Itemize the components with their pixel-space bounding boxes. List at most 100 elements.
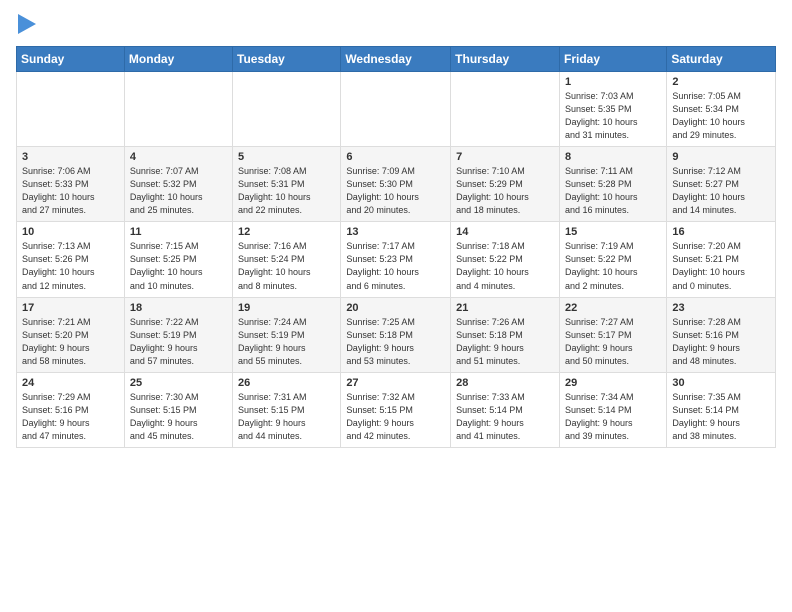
calendar-cell xyxy=(341,72,451,147)
day-number: 10 xyxy=(22,226,119,238)
day-info: Sunrise: 7:16 AM Sunset: 5:24 PM Dayligh… xyxy=(238,240,335,292)
day-info: Sunrise: 7:11 AM Sunset: 5:28 PM Dayligh… xyxy=(565,165,661,217)
day-info: Sunrise: 7:08 AM Sunset: 5:31 PM Dayligh… xyxy=(238,165,335,217)
calendar-week-row: 1Sunrise: 7:03 AM Sunset: 5:35 PM Daylig… xyxy=(17,72,776,147)
calendar-cell: 12Sunrise: 7:16 AM Sunset: 5:24 PM Dayli… xyxy=(233,222,341,297)
calendar-cell: 2 Sunrise: 7:05 AM Sunset: 5:34 PM Daylig… xyxy=(667,72,776,147)
calendar-cell: 28 Sunrise: 7:33 AM Sunset: 5:14 PM Dayli… xyxy=(451,372,560,447)
day-number: 14 xyxy=(456,226,554,238)
weekday-header-saturday: Saturday xyxy=(667,47,776,72)
calendar-table: SundayMondayTuesdayWednesdayThursdayFrid… xyxy=(16,46,776,448)
day-number: 2 xyxy=(672,76,770,88)
calendar-cell: 24 Sunrise: 7:29 AM Sunset: 5:16 PM Dayli… xyxy=(17,372,125,447)
calendar-cell: 21 Sunrise: 7:26 AM Sunset: 5:18 PM Dayli… xyxy=(451,297,560,372)
day-info: Sunrise: 7:33 AM Sunset: 5:14 PM Dayligh… xyxy=(456,391,554,443)
calendar-cell: 4 Sunrise: 7:07 AM Sunset: 5:32 PM Daylig… xyxy=(124,147,232,222)
day-info: Sunrise: 7:24 AM Sunset: 5:19 PM Dayligh… xyxy=(238,316,335,368)
calendar-cell xyxy=(451,72,560,147)
day-number: 8 xyxy=(565,151,661,163)
day-info: Sunrise: 7:05 AM Sunset: 5:34 PM Dayligh… xyxy=(672,90,770,142)
calendar-cell: 15 Sunrise: 7:19 AM Sunset: 5:22 PM Dayli… xyxy=(559,222,666,297)
day-info: Sunrise: 7:22 AM Sunset: 5:19 PM Dayligh… xyxy=(130,316,227,368)
calendar-cell: 25Sunrise: 7:30 AM Sunset: 5:15 PM Dayli… xyxy=(124,372,232,447)
day-info: Sunrise: 7:20 AM Sunset: 5:21 PM Dayligh… xyxy=(672,240,770,292)
day-info: Sunrise: 7:35 AM Sunset: 5:14 PM Dayligh… xyxy=(672,391,770,443)
day-info: Sunrise: 7:32 AM Sunset: 5:15 PM Dayligh… xyxy=(346,391,445,443)
day-number: 25 xyxy=(130,377,227,389)
weekday-header-row: SundayMondayTuesdayWednesdayThursdayFrid… xyxy=(17,47,776,72)
day-number: 30 xyxy=(672,377,770,389)
weekday-header-monday: Monday xyxy=(124,47,232,72)
day-info: Sunrise: 7:25 AM Sunset: 5:18 PM Dayligh… xyxy=(346,316,445,368)
calendar-cell: 9 Sunrise: 7:12 AM Sunset: 5:27 PM Daylig… xyxy=(667,147,776,222)
calendar-cell: 20 Sunrise: 7:25 AM Sunset: 5:18 PM Dayli… xyxy=(341,297,451,372)
day-number: 17 xyxy=(22,302,119,314)
day-number: 26 xyxy=(238,377,335,389)
calendar-cell: 8 Sunrise: 7:11 AM Sunset: 5:28 PM Daylig… xyxy=(559,147,666,222)
calendar-cell: 18 Sunrise: 7:22 AM Sunset: 5:19 PM Dayli… xyxy=(124,297,232,372)
calendar-cell xyxy=(17,72,125,147)
day-info: Sunrise: 7:27 AM Sunset: 5:17 PM Dayligh… xyxy=(565,316,661,368)
calendar-cell: 3Sunrise: 7:06 AM Sunset: 5:33 PM Daylig… xyxy=(17,147,125,222)
calendar-cell: 16 Sunrise: 7:20 AM Sunset: 5:21 PM Dayli… xyxy=(667,222,776,297)
calendar-cell: 23 Sunrise: 7:28 AM Sunset: 5:16 PM Dayli… xyxy=(667,297,776,372)
day-number: 21 xyxy=(456,302,554,314)
day-info: Sunrise: 7:19 AM Sunset: 5:22 PM Dayligh… xyxy=(565,240,661,292)
day-info: Sunrise: 7:07 AM Sunset: 5:32 PM Dayligh… xyxy=(130,165,227,217)
calendar-cell: 7Sunrise: 7:10 AM Sunset: 5:29 PM Daylig… xyxy=(451,147,560,222)
day-info: Sunrise: 7:18 AM Sunset: 5:22 PM Dayligh… xyxy=(456,240,554,292)
day-info: Sunrise: 7:29 AM Sunset: 5:16 PM Dayligh… xyxy=(22,391,119,443)
day-info: Sunrise: 7:26 AM Sunset: 5:18 PM Dayligh… xyxy=(456,316,554,368)
calendar-week-row: 17 Sunrise: 7:21 AM Sunset: 5:20 PM Dayli… xyxy=(17,297,776,372)
day-info: Sunrise: 7:13 AM Sunset: 5:26 PM Dayligh… xyxy=(22,240,119,292)
calendar-cell xyxy=(124,72,232,147)
day-number: 23 xyxy=(672,302,770,314)
day-info: Sunrise: 7:34 AM Sunset: 5:14 PM Dayligh… xyxy=(565,391,661,443)
day-number: 11 xyxy=(130,226,227,238)
day-info: Sunrise: 7:28 AM Sunset: 5:16 PM Dayligh… xyxy=(672,316,770,368)
day-info: Sunrise: 7:03 AM Sunset: 5:35 PM Dayligh… xyxy=(565,90,661,142)
day-number: 24 xyxy=(22,377,119,389)
weekday-header-thursday: Thursday xyxy=(451,47,560,72)
calendar-cell: 10 Sunrise: 7:13 AM Sunset: 5:26 PM Dayli… xyxy=(17,222,125,297)
calendar-cell: 5 Sunrise: 7:08 AM Sunset: 5:31 PM Daylig… xyxy=(233,147,341,222)
day-number: 20 xyxy=(346,302,445,314)
day-number: 4 xyxy=(130,151,227,163)
calendar-week-row: 24 Sunrise: 7:29 AM Sunset: 5:16 PM Dayli… xyxy=(17,372,776,447)
logo-arrow-icon xyxy=(18,14,36,34)
calendar-cell: 6Sunrise: 7:09 AM Sunset: 5:30 PM Daylig… xyxy=(341,147,451,222)
calendar-cell: 26 Sunrise: 7:31 AM Sunset: 5:15 PM Dayli… xyxy=(233,372,341,447)
calendar-week-row: 3Sunrise: 7:06 AM Sunset: 5:33 PM Daylig… xyxy=(17,147,776,222)
calendar-cell: 17 Sunrise: 7:21 AM Sunset: 5:20 PM Dayli… xyxy=(17,297,125,372)
day-number: 3 xyxy=(22,151,119,163)
day-info: Sunrise: 7:21 AM Sunset: 5:20 PM Dayligh… xyxy=(22,316,119,368)
calendar-week-row: 10 Sunrise: 7:13 AM Sunset: 5:26 PM Dayli… xyxy=(17,222,776,297)
day-number: 27 xyxy=(346,377,445,389)
weekday-header-sunday: Sunday xyxy=(17,47,125,72)
day-number: 19 xyxy=(238,302,335,314)
day-number: 29 xyxy=(565,377,661,389)
day-info: Sunrise: 7:10 AM Sunset: 5:29 PM Dayligh… xyxy=(456,165,554,217)
calendar-cell: 14 Sunrise: 7:18 AM Sunset: 5:22 PM Dayli… xyxy=(451,222,560,297)
day-number: 16 xyxy=(672,226,770,238)
day-info: Sunrise: 7:15 AM Sunset: 5:25 PM Dayligh… xyxy=(130,240,227,292)
calendar-cell: 29 Sunrise: 7:34 AM Sunset: 5:14 PM Dayli… xyxy=(559,372,666,447)
calendar-cell: 27 Sunrise: 7:32 AM Sunset: 5:15 PM Dayli… xyxy=(341,372,451,447)
calendar-cell: 30 Sunrise: 7:35 AM Sunset: 5:14 PM Dayli… xyxy=(667,372,776,447)
calendar-cell: 19 Sunrise: 7:24 AM Sunset: 5:19 PM Dayli… xyxy=(233,297,341,372)
page-header xyxy=(16,16,776,34)
calendar-cell: 11 Sunrise: 7:15 AM Sunset: 5:25 PM Dayli… xyxy=(124,222,232,297)
day-info: Sunrise: 7:12 AM Sunset: 5:27 PM Dayligh… xyxy=(672,165,770,217)
day-number: 5 xyxy=(238,151,335,163)
calendar-cell: 22Sunrise: 7:27 AM Sunset: 5:17 PM Dayli… xyxy=(559,297,666,372)
day-info: Sunrise: 7:31 AM Sunset: 5:15 PM Dayligh… xyxy=(238,391,335,443)
day-number: 9 xyxy=(672,151,770,163)
day-number: 15 xyxy=(565,226,661,238)
calendar-cell: 1Sunrise: 7:03 AM Sunset: 5:35 PM Daylig… xyxy=(559,72,666,147)
day-number: 13 xyxy=(346,226,445,238)
day-number: 6 xyxy=(346,151,445,163)
day-number: 28 xyxy=(456,377,554,389)
day-number: 18 xyxy=(130,302,227,314)
calendar-cell: 13 Sunrise: 7:17 AM Sunset: 5:23 PM Dayli… xyxy=(341,222,451,297)
day-info: Sunrise: 7:17 AM Sunset: 5:23 PM Dayligh… xyxy=(346,240,445,292)
